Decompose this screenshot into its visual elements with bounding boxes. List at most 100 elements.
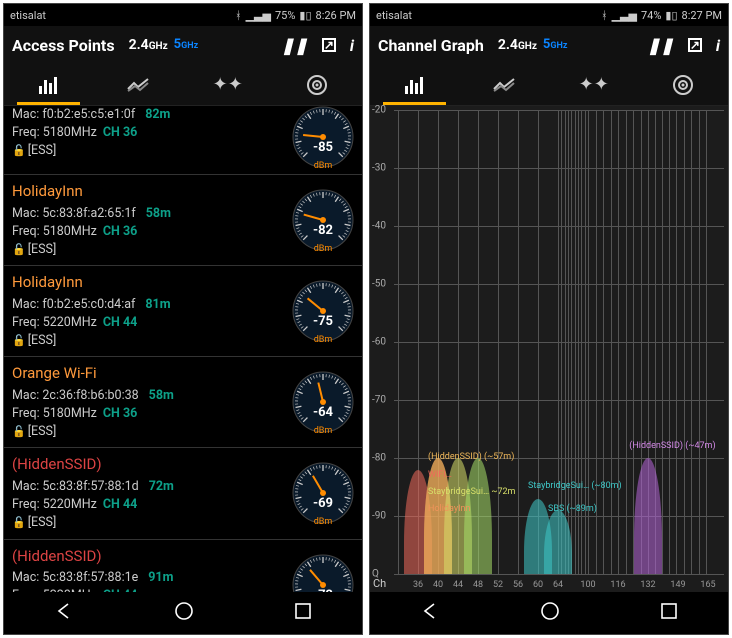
mac: Mac: 5c:83:8f:57:88:1e	[12, 570, 138, 585]
nav-back[interactable]	[53, 600, 75, 626]
share-icon[interactable]: ↗	[688, 38, 702, 52]
nav-home[interactable]	[173, 600, 195, 626]
distance: 72m	[149, 479, 174, 494]
pause-icon[interactable]: ❚❚	[647, 36, 674, 55]
x-tick: 116	[610, 580, 625, 590]
band-24[interactable]: 2.4GHz	[129, 37, 168, 53]
nav-recent[interactable]	[293, 601, 313, 625]
clock: 8:27 PM	[682, 9, 722, 22]
access-point-row[interactable]: Mac: f0:b2:e5:c5:e1:0f 82m Freq: 5180MHz C…	[4, 106, 362, 175]
tab-stars[interactable]: ✦✦	[183, 64, 273, 105]
battery-icon: ▮▯	[299, 9, 311, 22]
frequency: Freq: 5220MHz	[12, 315, 97, 330]
signal-hump	[464, 458, 492, 574]
tab-trend[interactable]	[94, 64, 184, 105]
y-tick: -90	[372, 511, 386, 522]
x-tick: 64	[553, 580, 563, 590]
mac: Mac: f0:b2:e5:c0:d4:af	[12, 297, 135, 312]
signal-icon: ▁▃▅	[246, 9, 271, 22]
svg-text:-75: -75	[313, 314, 333, 329]
svg-text:dBm: dBm	[314, 161, 333, 171]
series-label: StaybridgeSui… (~80m)	[528, 481, 622, 491]
pause-icon[interactable]: ❚❚	[281, 36, 308, 55]
android-navbar	[370, 592, 728, 634]
band-5[interactable]: 5GHz	[174, 37, 199, 53]
signal-hump	[634, 458, 662, 574]
ssid: (HiddenSSID)	[12, 546, 288, 568]
y-tick: -40	[372, 221, 386, 232]
tab-target[interactable]	[639, 64, 729, 105]
svg-text:dBm: dBm	[314, 244, 333, 254]
series-label: StaybridgeSui… ~72m	[428, 487, 515, 497]
access-point-row[interactable]: HolidayInn Mac: 5c:83:8f:a2:65:1f58m Fre…	[4, 175, 362, 266]
signal-gauge: -75 dBm	[292, 280, 354, 348]
svg-text:dBm: dBm	[314, 335, 333, 345]
series-label: (HiddenSSID) (~57m)	[428, 452, 514, 462]
nav-back[interactable]	[419, 600, 441, 626]
status-bar: etisalat ᚼ ▁▃▅ 74% ▮▯ 8:27 PM	[370, 4, 728, 26]
status-bar: etisalat ᚼ ▁▃▅ 75% ▮▯ 8:26 PM	[4, 4, 362, 26]
distance: 58m	[146, 206, 171, 221]
x-tick: 36	[413, 580, 423, 590]
signal-gauge: -72 dBm	[292, 554, 354, 592]
x-tick: 56	[513, 580, 523, 590]
channel-graph[interactable]: -20-30-40-50-60-70-80-90Q364044485256606…	[370, 106, 728, 592]
lock-icon: 🔓	[12, 144, 26, 157]
tab-bar: ✦✦	[370, 64, 728, 106]
phone-right: etisalat ᚼ ▁▃▅ 74% ▮▯ 8:27 PM Channel Gr…	[369, 3, 729, 635]
access-point-row[interactable]: (HiddenSSID) Mac: 5c:83:8f:57:88:1d72m F…	[4, 448, 362, 539]
tab-bar: ✦✦	[4, 64, 362, 106]
x-tick: 100	[580, 580, 595, 590]
svg-text:-85: -85	[313, 140, 333, 155]
page-title: Access Points	[12, 36, 115, 55]
ssid: HolidayInn	[12, 181, 288, 203]
frequency: Freq: 5220MHz	[12, 497, 97, 512]
app-bar: Access Points 2.4GHz 5GHz ❚❚ ↗ i	[4, 26, 362, 64]
x-axis-label: Ch	[373, 577, 386, 590]
access-point-list[interactable]: Mac: f0:b2:e5:c5:e1:0f 82m Freq: 5180MHz C…	[4, 106, 362, 592]
svg-text:-69: -69	[313, 496, 333, 511]
signal-gauge: -82 dBm	[292, 189, 354, 257]
tab-trend[interactable]	[460, 64, 550, 105]
capabilities: [ESS]	[28, 515, 57, 530]
tab-bars[interactable]	[370, 64, 460, 105]
info-icon[interactable]: i	[716, 36, 720, 55]
mac: Mac: f0:b2:e5:c5:e1:0f	[12, 107, 135, 122]
tab-stars[interactable]: ✦✦	[549, 64, 639, 105]
y-tick: -50	[372, 279, 386, 290]
carrier: etisalat	[376, 9, 412, 22]
band-5[interactable]: 5GHz	[543, 37, 568, 53]
distance: 91m	[148, 570, 173, 585]
signal-icon: ▁▃▅	[612, 9, 637, 22]
nav-home[interactable]	[539, 600, 561, 626]
access-point-row[interactable]: (HiddenSSID) Mac: 5c:83:8f:57:88:1e 91m F…	[4, 540, 362, 593]
distance: 82m	[145, 107, 170, 122]
x-tick: 132	[640, 580, 655, 590]
frequency: Freq: 5180MHz	[12, 125, 97, 140]
share-icon[interactable]: ↗	[322, 38, 336, 52]
capabilities: [ESS]	[28, 143, 57, 158]
capabilities: [ESS]	[28, 333, 57, 348]
signal-gauge: -64 dBm	[292, 371, 354, 439]
series-label: WIFI…	[428, 470, 452, 480]
access-point-row[interactable]: Orange Wi-Fi Mac: 2c:36:f8:b6:b0:3858m F…	[4, 357, 362, 448]
info-icon[interactable]: i	[350, 36, 354, 55]
tab-bars[interactable]	[4, 64, 94, 105]
bluetooth-icon: ᚼ	[235, 9, 242, 22]
page-title: Channel Graph	[378, 36, 484, 55]
channel: CH 36	[103, 125, 137, 140]
band-24[interactable]: 2.4GHz	[498, 37, 537, 53]
tab-target[interactable]	[273, 64, 363, 105]
phone-left: etisalat ᚼ ▁▃▅ 75% ▮▯ 8:26 PM Access Poi…	[3, 3, 363, 635]
lock-icon: 🔓	[12, 243, 26, 256]
app-bar: Channel Graph 2.4GHz 5GHz ❚❚ ↗ i	[370, 26, 728, 64]
frequency: Freq: 5220MHz	[12, 588, 97, 592]
channel: CH 44	[103, 497, 137, 512]
svg-text:-72: -72	[313, 588, 333, 592]
nav-recent[interactable]	[659, 601, 679, 625]
access-point-row[interactable]: HolidayInn Mac: f0:b2:e5:c0:d4:af81m Fre…	[4, 266, 362, 357]
signal-gauge: -85 dBm	[292, 106, 354, 174]
svg-text:-64: -64	[313, 405, 334, 420]
carrier: etisalat	[10, 9, 46, 22]
battery-icon: ▮▯	[665, 9, 677, 22]
